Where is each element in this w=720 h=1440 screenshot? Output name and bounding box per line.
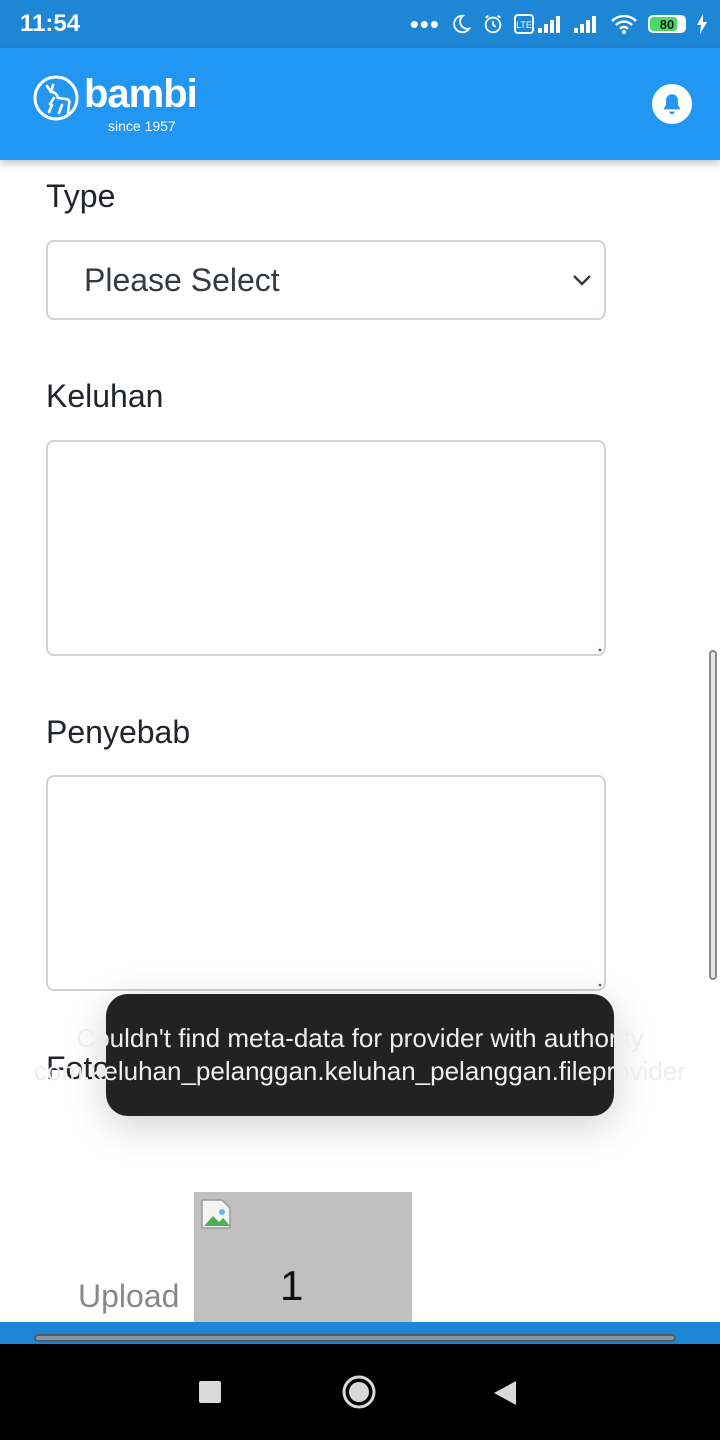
error-toast: Couldn't find meta-data for provider wit… [34, 994, 686, 1116]
bambi-logo[interactable]: bambi since 1957 [32, 72, 198, 136]
resize-grip-icon[interactable] [596, 646, 602, 652]
app-header: bambi since 1957 [0, 48, 720, 160]
page-scrollbar[interactable] [709, 650, 717, 980]
svg-text:LTE: LTE [516, 20, 532, 30]
status-icons: ••• LTE 80 [410, 10, 708, 38]
brand-name: bambi [84, 72, 198, 116]
volte-signal-icon: LTE [514, 14, 560, 34]
bottom-app-bar [0, 1322, 720, 1344]
alarm-icon [484, 14, 502, 34]
penyebab-textarea[interactable] [46, 775, 606, 991]
back-button[interactable] [492, 1379, 518, 1407]
deer-logo-icon [33, 75, 79, 121]
system-nav-bar [0, 1344, 720, 1440]
horizontal-scroll-handle[interactable] [34, 1334, 676, 1342]
recents-button[interactable] [199, 1381, 221, 1403]
signal-icon [574, 16, 596, 33]
status-time: 11:54 [20, 10, 81, 37]
bell-icon [663, 94, 681, 115]
brand-tagline: since 1957 [108, 118, 176, 134]
type-select[interactable]: Please Select [46, 240, 606, 320]
upload-label: Upload [78, 1278, 180, 1314]
moon-icon [453, 14, 472, 34]
type-label: Type [46, 178, 116, 214]
resize-grip-icon[interactable] [596, 981, 602, 987]
battery-level: 80 [659, 16, 675, 32]
keluhan-label: Keluhan [46, 378, 164, 414]
home-button[interactable] [342, 1375, 376, 1409]
penyebab-label: Penyebab [46, 714, 191, 750]
keluhan-textarea[interactable] [46, 440, 606, 656]
status-bar: 11:54 ••• LTE 80 [0, 0, 720, 48]
photo-slot[interactable]: 1 [194, 1192, 412, 1342]
chevron-down-icon [573, 275, 591, 286]
wifi-icon [611, 14, 637, 34]
charging-icon [697, 14, 707, 34]
battery-icon: 80 [648, 15, 686, 33]
broken-image-icon [201, 1199, 231, 1229]
photo-index: 1 [280, 1262, 304, 1309]
more-notifications-icon: ••• [409, 9, 440, 39]
type-select-value: Please Select [84, 262, 280, 298]
notification-button[interactable] [652, 84, 692, 124]
